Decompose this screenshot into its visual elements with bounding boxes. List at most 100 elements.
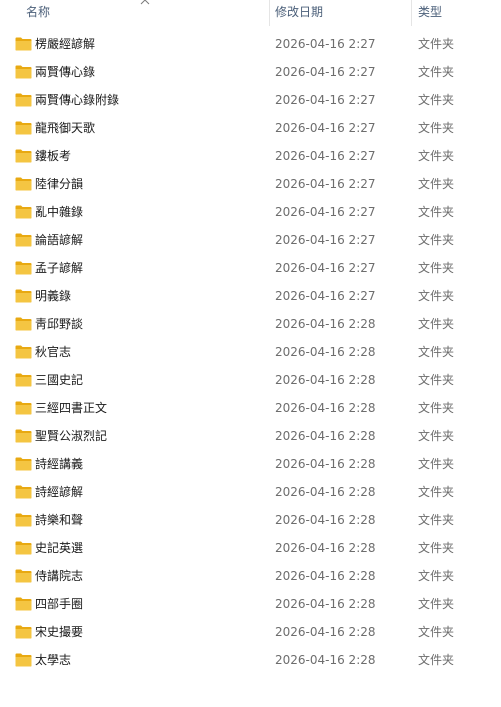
file-row[interactable]: 詩樂和聲 2026-04-16 2:28 文件夹 xyxy=(0,506,501,534)
file-row[interactable]: 陸律分韻 2026-04-16 2:27 文件夹 xyxy=(0,170,501,198)
file-date: 2026-04-16 2:28 xyxy=(275,513,376,527)
file-name: 詩經講義 xyxy=(35,457,84,471)
file-row[interactable]: 靑邱野談 2026-04-16 2:28 文件夹 xyxy=(0,310,501,338)
file-date: 2026-04-16 2:28 xyxy=(275,541,376,555)
file-type: 文件夹 xyxy=(418,513,455,527)
file-date: 2026-04-16 2:28 xyxy=(275,401,376,415)
folder-icon xyxy=(15,121,32,135)
file-date: 2026-04-16 2:27 xyxy=(275,93,376,107)
file-name: 亂中雜錄 xyxy=(35,205,84,219)
file-name: 論語諺解 xyxy=(35,233,84,247)
file-type: 文件夹 xyxy=(418,289,455,303)
file-name: 兩賢傳心錄附錄 xyxy=(35,93,120,107)
file-name: 三經四書正文 xyxy=(35,401,108,415)
file-date: 2026-04-16 2:28 xyxy=(275,373,376,387)
file-row[interactable]: 侍講院志 2026-04-16 2:28 文件夹 xyxy=(0,562,501,590)
file-type: 文件夹 xyxy=(418,373,455,387)
file-row[interactable]: 三經四書正文 2026-04-16 2:28 文件夹 xyxy=(0,394,501,422)
file-date: 2026-04-16 2:27 xyxy=(275,205,376,219)
file-name: 孟子諺解 xyxy=(35,261,84,275)
file-row[interactable]: 鏤板考 2026-04-16 2:27 文件夹 xyxy=(0,142,501,170)
file-name: 侍講院志 xyxy=(35,569,84,583)
column-header-bar: 名称 修改日期 类型 xyxy=(0,0,501,26)
file-date: 2026-04-16 2:28 xyxy=(275,429,376,443)
folder-icon xyxy=(15,149,32,163)
column-header-type[interactable]: 类型 xyxy=(418,0,498,26)
file-name: 鏤板考 xyxy=(35,149,72,163)
file-name: 史記英選 xyxy=(35,541,84,555)
file-date: 2026-04-16 2:28 xyxy=(275,569,376,583)
file-date: 2026-04-16 2:27 xyxy=(275,261,376,275)
file-row[interactable]: 宋史撮要 2026-04-16 2:28 文件夹 xyxy=(0,618,501,646)
file-type: 文件夹 xyxy=(418,625,455,639)
file-row[interactable]: 詩經講義 2026-04-16 2:28 文件夹 xyxy=(0,450,501,478)
file-row[interactable]: 詩經諺解 2026-04-16 2:28 文件夹 xyxy=(0,478,501,506)
file-name: 四部手圈 xyxy=(35,597,84,611)
folder-icon xyxy=(15,233,32,247)
folder-icon xyxy=(15,317,32,331)
folder-icon xyxy=(15,401,32,415)
column-header-name[interactable]: 名称 xyxy=(26,0,266,26)
file-name: 聖賢公淑烈記 xyxy=(35,429,108,443)
file-type: 文件夹 xyxy=(418,93,455,107)
file-row[interactable]: 亂中雜錄 2026-04-16 2:27 文件夹 xyxy=(0,198,501,226)
folder-icon xyxy=(15,569,32,583)
file-type: 文件夹 xyxy=(418,569,455,583)
file-name: 楞嚴經諺解 xyxy=(35,37,96,51)
file-type: 文件夹 xyxy=(418,149,455,163)
folder-icon xyxy=(15,289,32,303)
file-row[interactable]: 兩賢傳心錄附錄 2026-04-16 2:27 文件夹 xyxy=(0,86,501,114)
file-date: 2026-04-16 2:28 xyxy=(275,597,376,611)
file-type: 文件夹 xyxy=(418,485,455,499)
file-name: 詩樂和聲 xyxy=(35,513,84,527)
folder-icon xyxy=(15,93,32,107)
file-type: 文件夹 xyxy=(418,261,455,275)
folder-icon xyxy=(15,485,32,499)
file-type: 文件夹 xyxy=(418,597,455,611)
folder-icon xyxy=(15,177,32,191)
file-row[interactable]: 龍飛御天歌 2026-04-16 2:27 文件夹 xyxy=(0,114,501,142)
folder-icon xyxy=(15,429,32,443)
file-type: 文件夹 xyxy=(418,541,455,555)
file-row[interactable]: 楞嚴經諺解 2026-04-16 2:27 文件夹 xyxy=(0,30,501,58)
file-type: 文件夹 xyxy=(418,401,455,415)
file-date: 2026-04-16 2:27 xyxy=(275,289,376,303)
file-name: 龍飛御天歌 xyxy=(35,121,96,135)
folder-icon xyxy=(15,457,32,471)
file-row[interactable]: 四部手圈 2026-04-16 2:28 文件夹 xyxy=(0,590,501,618)
file-name: 陸律分韻 xyxy=(35,177,84,191)
folder-icon xyxy=(15,37,32,51)
file-date: 2026-04-16 2:28 xyxy=(275,345,376,359)
file-name: 明義錄 xyxy=(35,289,72,303)
file-type: 文件夹 xyxy=(418,205,455,219)
file-date: 2026-04-16 2:28 xyxy=(275,485,376,499)
file-name: 太學志 xyxy=(35,653,72,667)
file-date: 2026-04-16 2:27 xyxy=(275,121,376,135)
file-name: 靑邱野談 xyxy=(35,317,84,331)
file-type: 文件夹 xyxy=(418,429,455,443)
file-date: 2026-04-16 2:27 xyxy=(275,177,376,191)
file-row[interactable]: 明義錄 2026-04-16 2:27 文件夹 xyxy=(0,282,501,310)
file-row[interactable]: 三國史記 2026-04-16 2:28 文件夹 xyxy=(0,366,501,394)
column-divider[interactable] xyxy=(411,0,412,26)
file-row[interactable]: 史記英選 2026-04-16 2:28 文件夹 xyxy=(0,534,501,562)
folder-icon xyxy=(15,653,32,667)
file-name: 宋史撮要 xyxy=(35,625,84,639)
file-row[interactable]: 太學志 2026-04-16 2:28 文件夹 xyxy=(0,646,501,674)
file-name: 秋官志 xyxy=(35,345,72,359)
file-date: 2026-04-16 2:28 xyxy=(275,457,376,471)
file-type: 文件夹 xyxy=(418,317,455,331)
file-row[interactable]: 秋官志 2026-04-16 2:28 文件夹 xyxy=(0,338,501,366)
folder-icon xyxy=(15,541,32,555)
file-date: 2026-04-16 2:27 xyxy=(275,37,376,51)
file-row[interactable]: 論語諺解 2026-04-16 2:27 文件夹 xyxy=(0,226,501,254)
file-date: 2026-04-16 2:28 xyxy=(275,653,376,667)
folder-icon xyxy=(15,261,32,275)
column-header-date[interactable]: 修改日期 xyxy=(275,0,410,26)
file-date: 2026-04-16 2:27 xyxy=(275,233,376,247)
column-divider[interactable] xyxy=(269,0,270,26)
file-row[interactable]: 孟子諺解 2026-04-16 2:27 文件夹 xyxy=(0,254,501,282)
folder-icon xyxy=(15,513,32,527)
file-row[interactable]: 聖賢公淑烈記 2026-04-16 2:28 文件夹 xyxy=(0,422,501,450)
file-row[interactable]: 兩賢傳心錄 2026-04-16 2:27 文件夹 xyxy=(0,58,501,86)
